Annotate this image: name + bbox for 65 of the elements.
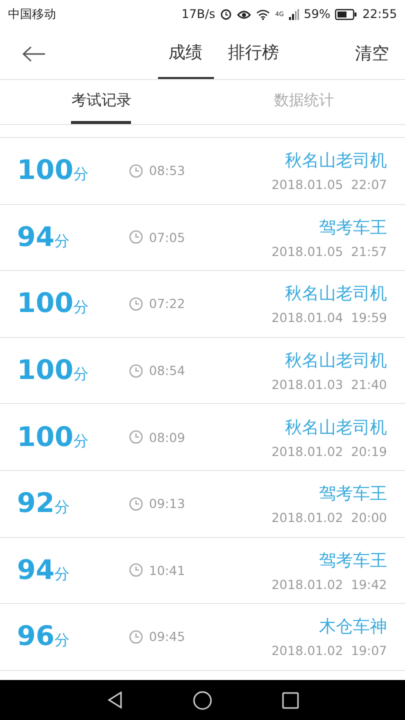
nav-tab[interactable]: 成绩: [158, 28, 214, 79]
wifi-icon: [256, 8, 270, 20]
score-unit: 分: [73, 298, 88, 318]
exam-date: 2018.01.02 19:07: [271, 643, 387, 658]
score-unit: 分: [73, 365, 88, 384]
score-unit: 分: [73, 165, 88, 184]
clock-icon: [129, 230, 143, 244]
clock-icon: [129, 296, 143, 311]
exam-date: 2018.01.02 20:00: [271, 510, 387, 526]
exam-date: 2018.01.03 21:40: [271, 377, 387, 392]
player-title: 秋名山老司机: [285, 150, 387, 172]
player-title: 秋名山老司机: [285, 416, 387, 439]
exam-date: 2018.01.02 19:42: [271, 576, 387, 592]
clock-icon: [129, 630, 143, 644]
battery-percent: 59%: [304, 7, 330, 21]
clock-time: 22:55: [362, 7, 397, 21]
score-value: 100: [17, 155, 74, 186]
player-title: 驾考车王: [319, 550, 387, 572]
exam-duration: 07:05: [149, 230, 186, 245]
exam-duration: 09:45: [149, 629, 186, 644]
network-speed: 17B/s: [181, 7, 216, 21]
score-unit: 分: [54, 232, 70, 251]
score-value: 92: [17, 488, 55, 520]
clock-icon: [129, 430, 143, 444]
exam-duration: 08:53: [149, 163, 186, 178]
exam-duration: 09:13: [149, 496, 186, 512]
score-unit: 分: [73, 432, 88, 451]
clear-button[interactable]: 清空: [355, 42, 389, 65]
sub-tab[interactable]: 考试记录: [71, 80, 132, 124]
score-value: 100: [17, 288, 74, 320]
player-title: 秋名山老司机: [285, 283, 387, 306]
score-value: 94: [17, 554, 55, 586]
player-title: 秋名山老司机: [285, 350, 387, 372]
recent-apps-icon[interactable]: [282, 692, 298, 708]
score-value: 100: [17, 355, 74, 386]
alarm-icon: [220, 8, 232, 20]
exam-duration: 07:22: [149, 296, 186, 312]
score-value: 94: [17, 222, 55, 253]
player-title: 木仓车神: [319, 616, 387, 638]
score-unit: 分: [54, 631, 70, 650]
clock-icon: [129, 496, 143, 511]
exam-date: 2018.01.02 20:19: [271, 444, 387, 459]
exam-duration: 08:09: [149, 430, 186, 445]
exam-duration: 08:54: [149, 363, 186, 378]
battery-icon: [335, 8, 358, 20]
exam-date: 2018.01.05 22:07: [271, 177, 387, 192]
clock-icon: [129, 164, 143, 178]
back-icon[interactable]: [106, 691, 122, 709]
eye-icon: [237, 8, 252, 20]
back-arrow-icon[interactable]: [22, 46, 46, 62]
signal-icon: [288, 8, 299, 20]
clock-icon: [129, 364, 143, 378]
score-value: 100: [17, 422, 74, 453]
player-title: 驾考车王: [319, 216, 387, 239]
exam-date: 2018.01.04 19:59: [271, 310, 387, 326]
clock-icon: [129, 563, 143, 578]
player-title: 驾考车王: [319, 483, 387, 506]
exam-date: 2018.01.05 21:57: [271, 244, 387, 259]
score-value: 96: [17, 621, 55, 652]
nav-tab[interactable]: 排行榜: [224, 28, 284, 79]
exam-duration: 10:41: [149, 562, 186, 578]
score-unit: 分: [54, 498, 70, 518]
home-icon[interactable]: [192, 690, 212, 710]
carrier-name: 中国移动: [8, 6, 56, 22]
score-unit: 分: [54, 564, 70, 584]
